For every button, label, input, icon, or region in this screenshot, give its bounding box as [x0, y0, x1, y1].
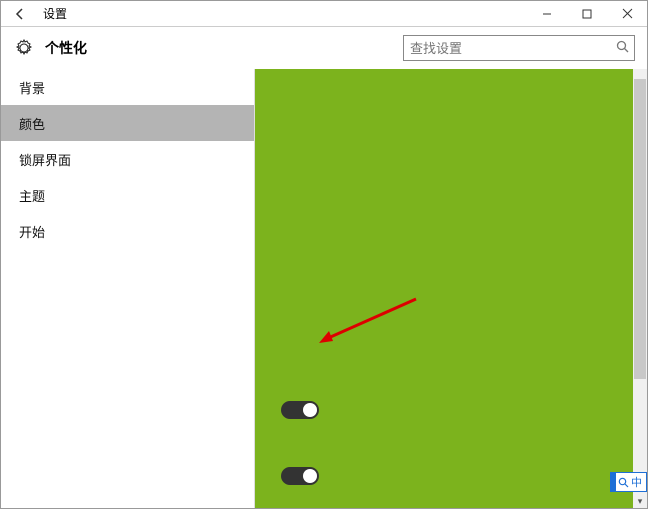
- ime-label: 中: [631, 474, 642, 490]
- titlebar: 设置: [1, 1, 647, 27]
- minimize-button[interactable]: [527, 1, 567, 27]
- sidebar: 背景 颜色 锁屏界面 主题 开始: [1, 69, 255, 508]
- window-title: 设置: [39, 5, 67, 22]
- sidebar-item-label: 锁屏界面: [19, 150, 71, 169]
- sidebar-item-label: 开始: [19, 222, 45, 241]
- scrollbar-thumb[interactable]: [634, 79, 646, 379]
- settings-window: 设置 个性化 背景 颜色 锁屏界面 主题 开始: [0, 0, 648, 509]
- scroll-down-icon[interactable]: ▾: [633, 494, 647, 508]
- sidebar-item-label: 主题: [19, 186, 45, 205]
- header: 个性化: [1, 27, 647, 69]
- sidebar-item-colors[interactable]: 颜色: [1, 105, 254, 141]
- scrollbar[interactable]: ▾: [633, 69, 647, 508]
- page-title: 个性化: [45, 38, 87, 58]
- search-icon: [618, 477, 629, 488]
- search-box[interactable]: [403, 35, 635, 61]
- sidebar-item-start[interactable]: 开始: [1, 213, 254, 249]
- sidebar-item-background[interactable]: 背景: [1, 69, 254, 105]
- maximize-button[interactable]: [567, 1, 607, 27]
- back-button[interactable]: [1, 1, 39, 27]
- search-input[interactable]: [404, 36, 634, 60]
- content: 显示"开始"菜单、任务栏、操作中心和标题栏的颜色 开 使"开始"菜单、任务栏和操…: [255, 69, 647, 508]
- ime-badge[interactable]: 中: [610, 472, 647, 492]
- toggle-show-color[interactable]: [281, 401, 319, 419]
- body: 背景 颜色 锁屏界面 主题 开始 显示"开始"菜单、任务栏、操作中心和标题栏的颜…: [1, 69, 647, 508]
- sidebar-item-label: 背景: [19, 78, 45, 97]
- gear-icon: [13, 37, 35, 59]
- sidebar-item-lockscreen[interactable]: 锁屏界面: [1, 141, 254, 177]
- toggle-transparency[interactable]: [281, 467, 319, 485]
- sidebar-item-label: 颜色: [19, 114, 45, 133]
- sidebar-item-themes[interactable]: 主题: [1, 177, 254, 213]
- search-icon[interactable]: [616, 40, 629, 56]
- color-swatch-extra[interactable]: [281, 300, 335, 354]
- close-button[interactable]: [607, 1, 647, 27]
